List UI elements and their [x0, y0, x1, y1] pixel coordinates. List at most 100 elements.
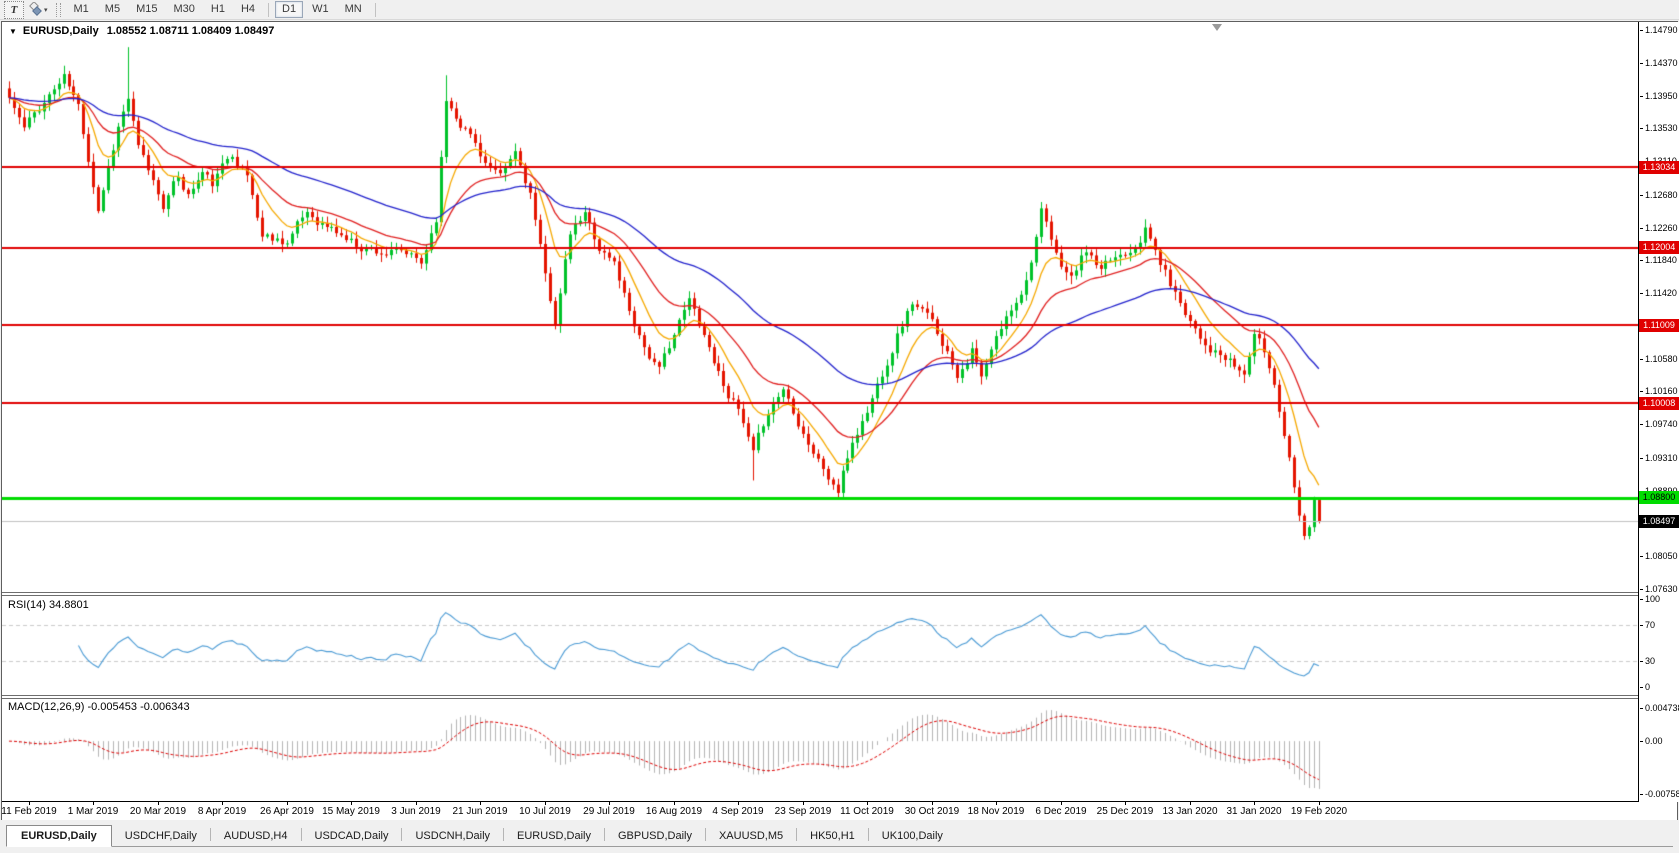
- axis-tick-mark: [1640, 96, 1643, 97]
- price-tick-label: 1.11840: [1645, 255, 1677, 265]
- chart-tab-2[interactable]: AUDUSD,H4: [211, 825, 301, 846]
- time-tick-mark: [351, 802, 352, 805]
- axis-tick-mark: [1640, 661, 1643, 662]
- metatrader-window: T ▾ M1M5M15M30H1H4 D1W1MN ▼ EURUSD,Daily …: [0, 0, 1679, 853]
- price-tick-label: 1.09740: [1645, 419, 1678, 429]
- macd-panel-canvas[interactable]: [2, 699, 1638, 801]
- chart-tab-0[interactable]: EURUSD,Daily: [6, 825, 112, 847]
- price-tick-label: 1.12260: [1645, 223, 1678, 233]
- chart-tab-bar: EURUSD,DailyUSDCHF,DailyAUDUSD,H4USDCAD,…: [0, 820, 1679, 853]
- chart-shift-marker-icon[interactable]: [1212, 24, 1222, 31]
- top-toolbar: T ▾ M1M5M15M30H1H4 D1W1MN: [0, 0, 1679, 20]
- price-tick-label: 1.08050: [1645, 551, 1678, 561]
- chart-tab-8[interactable]: HK50,H1: [797, 825, 868, 846]
- axis-tick-mark: [1640, 687, 1643, 688]
- macd-tick-label: -0.00758: [1645, 789, 1679, 799]
- axis-tick-mark: [1640, 63, 1643, 64]
- chart-title-row: ▼ EURUSD,Daily 1.08552 1.08711 1.08409 1…: [9, 25, 274, 37]
- axis-tick-mark: [1640, 424, 1643, 425]
- macd-tick-label: 0.004738: [1645, 703, 1679, 713]
- axis-tick-mark: [1640, 741, 1643, 742]
- rsi-tick-label: 30: [1645, 656, 1655, 666]
- price-tick-label: 1.13950: [1645, 91, 1678, 101]
- price-tick-label: 1.10580: [1645, 354, 1678, 364]
- dropdown-arrow-icon: ▾: [44, 6, 48, 14]
- chart-ohlc-quotes: 1.08552 1.08711 1.08409 1.08497: [107, 25, 275, 37]
- time-axis[interactable]: 11 Feb 20191 Mar 201920 Mar 20198 Apr 20…: [2, 801, 1638, 819]
- toolbar-drag-handle[interactable]: [56, 3, 61, 17]
- chart-tab-3[interactable]: USDCAD,Daily: [302, 825, 402, 846]
- toolbar-separator: [375, 3, 376, 17]
- timeframe-button-h4[interactable]: H4: [234, 1, 262, 18]
- time-tick-mark: [674, 802, 675, 805]
- timeframe-button-m30[interactable]: M30: [166, 1, 201, 18]
- panel-separator-rsi[interactable]: [2, 592, 1676, 596]
- chart-tabs-row: EURUSD,DailyUSDCHF,DailyAUDUSD,H4USDCAD,…: [6, 822, 1673, 847]
- time-tick-mark: [287, 802, 288, 805]
- time-tick-mark: [222, 802, 223, 805]
- axis-tick-mark: [1640, 260, 1643, 261]
- chart-tab-1[interactable]: USDCHF,Daily: [112, 825, 210, 846]
- time-tick-mark: [996, 802, 997, 805]
- time-tick-mark: [480, 802, 481, 805]
- chart-tab-7[interactable]: XAUUSD,M5: [706, 825, 796, 846]
- chart-tab-6[interactable]: GBPUSD,Daily: [605, 825, 705, 846]
- chart-tab-9[interactable]: UK100,Daily: [869, 825, 956, 846]
- time-tick-mark: [29, 802, 30, 805]
- timeframe-button-d1[interactable]: D1: [275, 1, 303, 18]
- timeframe-button-h1[interactable]: H1: [204, 1, 232, 18]
- timeframe-button-group: M1M5M15M30H1H4 D1W1MN: [66, 1, 370, 18]
- axis-tick-mark: [1640, 625, 1643, 626]
- chart-tab-4[interactable]: USDCNH,Daily: [402, 825, 503, 846]
- macd-indicator-label: MACD(12,26,9) -0.005453 -0.006343: [8, 701, 190, 713]
- timeframe-button-m5[interactable]: M5: [98, 1, 127, 18]
- timeframe-button-m1[interactable]: M1: [67, 1, 96, 18]
- time-tick-mark: [1061, 802, 1062, 805]
- price-tick-label: 1.13530: [1645, 123, 1678, 133]
- chart-symbol-title: EURUSD,Daily: [23, 25, 99, 37]
- price-tick-label: 1.07630: [1645, 584, 1678, 594]
- time-tick-mark: [1254, 802, 1255, 805]
- time-tick-mark: [158, 802, 159, 805]
- axis-tick-mark: [1640, 589, 1643, 590]
- rsi-tick-label: 100: [1645, 594, 1660, 604]
- axis-tick-mark: [1640, 708, 1643, 709]
- panel-separator-macd[interactable]: [2, 695, 1676, 699]
- time-tick-mark: [1125, 802, 1126, 805]
- time-tick-mark: [932, 802, 933, 805]
- axis-tick-mark: [1640, 128, 1643, 129]
- price-axis[interactable]: 1.147901.143701.139501.135301.131101.126…: [1638, 22, 1679, 802]
- timeframe-button-m15[interactable]: M15: [129, 1, 164, 18]
- time-tick-mark: [867, 802, 868, 805]
- price-tick-label: 1.09310: [1645, 453, 1678, 463]
- chart-tools-dropdown-button[interactable]: ▾: [27, 2, 48, 18]
- timeframe-button-w1[interactable]: W1: [305, 1, 336, 18]
- time-tick-mark: [803, 802, 804, 805]
- text-tool-button[interactable]: T: [4, 1, 24, 19]
- price-tick-label: 1.10160: [1645, 386, 1678, 396]
- rsi-tick-label: 70: [1645, 620, 1655, 630]
- price-tick-label: 1.12680: [1645, 190, 1678, 200]
- axis-tick-mark: [1640, 794, 1643, 795]
- time-tick-mark: [609, 802, 610, 805]
- axis-tick-mark: [1640, 359, 1643, 360]
- main-chart-canvas[interactable]: [2, 22, 1638, 592]
- time-tick-mark: [93, 802, 94, 805]
- rsi-indicator-label: RSI(14) 34.8801: [8, 599, 89, 611]
- toolbar-separator: [268, 3, 269, 17]
- text-tool-label: T: [11, 4, 18, 16]
- timeframe-button-mn[interactable]: MN: [338, 1, 369, 18]
- chart-collapse-icon[interactable]: ▼: [9, 27, 17, 36]
- macd-tick-label: 0.00: [1645, 736, 1663, 746]
- rsi-tick-label: 0: [1645, 682, 1650, 692]
- time-tick-mark: [545, 802, 546, 805]
- axis-tick-mark: [1640, 293, 1643, 294]
- axis-tick-mark: [1640, 195, 1643, 196]
- rsi-panel-canvas[interactable]: [2, 596, 1638, 694]
- time-tick-mark: [1319, 802, 1320, 805]
- price-tick-label: 1.14370: [1645, 58, 1678, 68]
- time-tick-mark: [416, 802, 417, 805]
- axis-tick-mark: [1640, 458, 1643, 459]
- chart-tab-5[interactable]: EURUSD,Daily: [504, 825, 604, 846]
- layers-icon: [27, 2, 42, 17]
